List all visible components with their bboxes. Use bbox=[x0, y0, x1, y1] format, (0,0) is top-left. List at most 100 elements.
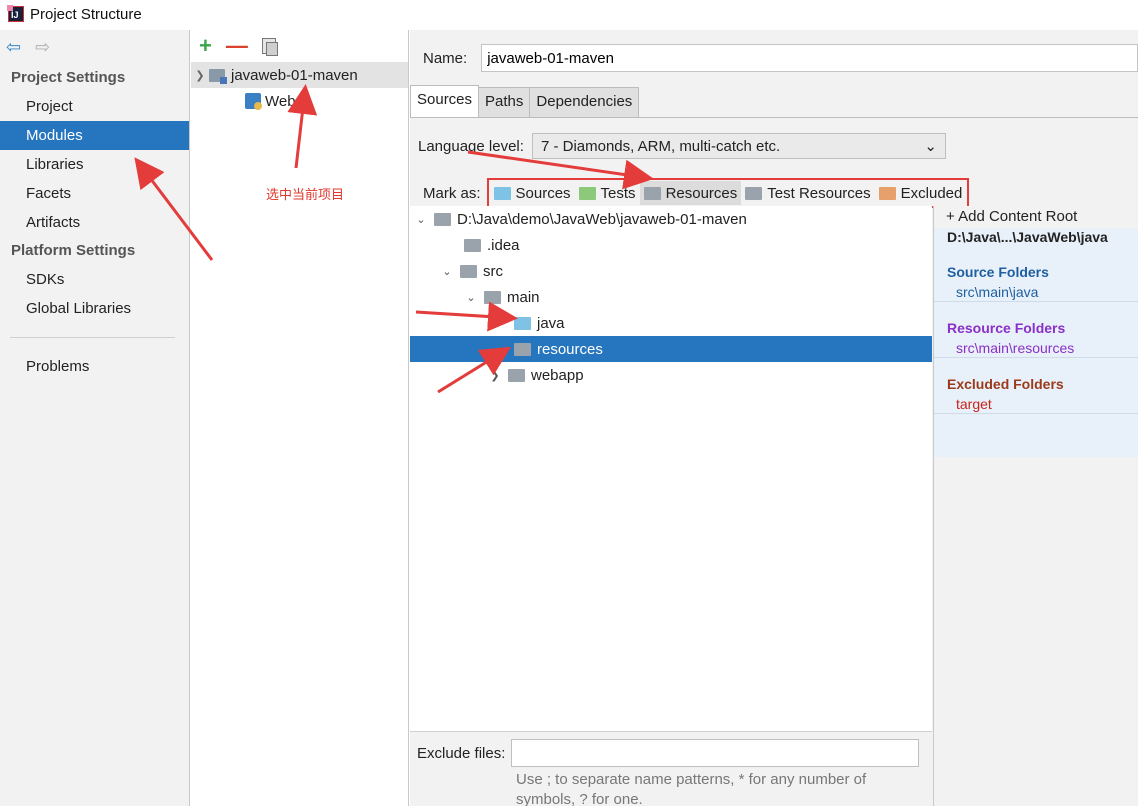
mark-test-resources-button[interactable]: Test Resources bbox=[741, 181, 874, 205]
folder-icon bbox=[484, 290, 501, 304]
nav-item-global-libraries[interactable]: Global Libraries bbox=[0, 294, 189, 323]
tests-folder-icon bbox=[578, 186, 596, 200]
language-level-label: Language level: bbox=[418, 137, 524, 155]
exclude-files-section: Exclude files: Use ; to separate name pa… bbox=[410, 731, 932, 806]
nav-item-problems[interactable]: Problems bbox=[0, 352, 189, 381]
nav-item-sdks[interactable]: SDKs bbox=[0, 265, 189, 294]
resource-folder-entry[interactable]: src\main\resources bbox=[934, 338, 1138, 358]
chevron-down-icon[interactable]: ❯ bbox=[191, 69, 209, 82]
mark-tests-button[interactable]: Tests bbox=[575, 181, 640, 205]
exclude-files-row: Exclude files: bbox=[417, 739, 920, 767]
copy-icon[interactable] bbox=[261, 38, 278, 56]
module-settings-panel: Name: Sources Paths Dependencies Languag… bbox=[410, 30, 1138, 806]
resource-folders-heading: Resource Folders bbox=[947, 320, 1066, 336]
excluded-folder-icon bbox=[878, 186, 896, 200]
tree-label-main: main bbox=[507, 288, 540, 306]
tree-row-main[interactable]: ⌄ main bbox=[410, 284, 932, 310]
remove-icon[interactable]: — bbox=[226, 35, 248, 57]
exclude-files-label: Exclude files: bbox=[417, 744, 506, 762]
exclude-files-input[interactable] bbox=[511, 739, 920, 767]
nav-history: ⇦ ⇨ bbox=[0, 30, 189, 64]
hint-line-2: symbols, ? for one. bbox=[516, 791, 643, 806]
tab-bar: Sources Paths Dependencies bbox=[410, 85, 1138, 118]
intellij-logo-icon: IJ bbox=[7, 5, 24, 22]
name-row: Name: bbox=[410, 30, 1138, 86]
tree-label-java: java bbox=[537, 314, 565, 332]
module-name: javaweb-01-maven bbox=[231, 66, 358, 84]
mark-as-buttons: Sources Tests Resources Test Resources E… bbox=[486, 178, 970, 208]
tree-row-idea[interactable]: .idea bbox=[410, 232, 932, 258]
content-root-path: D:\Java\...\JavaWeb\java bbox=[947, 229, 1108, 245]
tree-row-resources[interactable]: resources bbox=[410, 336, 932, 362]
tree-row-java[interactable]: java bbox=[410, 310, 932, 336]
mark-sources-button[interactable]: Sources bbox=[490, 181, 575, 205]
chevron-down-icon[interactable]: ⌄ bbox=[440, 265, 454, 278]
module-list-panel: + — ❯ javaweb-01-maven Web bbox=[191, 30, 409, 806]
mark-test-resources-label: Test Resources bbox=[767, 184, 871, 202]
tree-label-webapp: webapp bbox=[531, 366, 584, 384]
content-root-card: D:\Java\...\JavaWeb\java Source Folders … bbox=[934, 228, 1138, 457]
window-title: Project Structure bbox=[30, 5, 142, 23]
add-icon[interactable]: + bbox=[199, 35, 212, 57]
nav-item-facets[interactable]: Facets bbox=[0, 179, 189, 208]
tab-dependencies[interactable]: Dependencies bbox=[529, 87, 640, 117]
module-toolbar: + — bbox=[191, 30, 408, 62]
annotation-text: 选中当前项目 bbox=[266, 187, 345, 202]
chevron-down-icon[interactable]: ⌄ bbox=[464, 291, 478, 304]
source-folder-entry[interactable]: src\main\java bbox=[934, 282, 1138, 302]
back-arrow-icon[interactable]: ⇦ bbox=[6, 38, 21, 56]
tree-label-src: src bbox=[483, 262, 503, 280]
nav-divider bbox=[10, 337, 175, 338]
mark-resources-button[interactable]: Resources bbox=[639, 181, 742, 205]
web-facet-icon bbox=[245, 93, 262, 110]
project-settings-heading: Project Settings bbox=[11, 69, 126, 86]
content-root-tree: ⌄ D:\Java\demo\JavaWeb\javaweb-01-maven … bbox=[410, 206, 932, 731]
folder-icon bbox=[460, 264, 477, 278]
source-folder-icon bbox=[514, 316, 531, 330]
forward-arrow-icon[interactable]: ⇨ bbox=[35, 38, 50, 56]
mark-as-label: Mark as: bbox=[423, 184, 481, 202]
module-row-web[interactable]: Web bbox=[191, 88, 408, 114]
source-folders-heading: Source Folders bbox=[947, 264, 1049, 280]
module-name-input[interactable] bbox=[481, 44, 1138, 72]
language-level-select[interactable]: 7 - Diamonds, ARM, multi-catch etc. ⌄ bbox=[531, 133, 946, 159]
resources-folder-icon bbox=[514, 342, 531, 356]
mark-as-row: Mark as: Sources Tests Resources Test Re… bbox=[423, 178, 970, 208]
settings-nav: ⇦ ⇨ Project Settings Project Modules Lib… bbox=[0, 30, 190, 806]
tree-row-src[interactable]: ⌄ src bbox=[410, 258, 932, 284]
nav-item-libraries[interactable]: Libraries bbox=[0, 150, 189, 179]
module-row-root[interactable]: ❯ javaweb-01-maven bbox=[191, 62, 408, 88]
tree-label-resources: resources bbox=[537, 340, 603, 358]
facet-name: Web bbox=[265, 92, 296, 110]
tree-row-root[interactable]: ⌄ D:\Java\demo\JavaWeb\javaweb-01-maven bbox=[410, 206, 932, 232]
tree-label-idea: .idea bbox=[487, 236, 520, 254]
resources-folder-icon bbox=[643, 186, 661, 200]
chevron-down-icon[interactable]: ⌄ bbox=[414, 213, 428, 226]
tree-label-root: D:\Java\demo\JavaWeb\javaweb-01-maven bbox=[457, 210, 747, 228]
nav-item-artifacts[interactable]: Artifacts bbox=[0, 208, 189, 237]
language-level-value: 7 - Diamonds, ARM, multi-catch etc. bbox=[540, 137, 781, 155]
tab-sources[interactable]: Sources bbox=[410, 85, 480, 117]
mark-excluded-label: Excluded bbox=[900, 184, 963, 202]
content-roots-panel: + Add Content Root D:\Java\...\JavaWeb\j… bbox=[933, 206, 1138, 806]
chevron-right-icon[interactable]: ❯ bbox=[488, 369, 502, 382]
mark-resources-label: Resources bbox=[665, 184, 738, 202]
folder-icon bbox=[434, 212, 451, 226]
mark-excluded-button[interactable]: Excluded bbox=[875, 181, 967, 205]
folder-icon bbox=[464, 238, 481, 252]
nav-item-modules[interactable]: Modules bbox=[0, 121, 189, 150]
language-level-row: Language level: 7 - Diamonds, ARM, multi… bbox=[418, 133, 946, 159]
hint-line-1: Use ; to separate name patterns, * for a… bbox=[516, 771, 867, 788]
test-resources-folder-icon bbox=[745, 186, 763, 200]
add-content-root-button[interactable]: + Add Content Root bbox=[934, 206, 1138, 228]
sources-folder-icon bbox=[493, 186, 511, 200]
nav-item-project[interactable]: Project bbox=[0, 92, 189, 121]
tab-paths[interactable]: Paths bbox=[478, 87, 531, 117]
mark-tests-label: Tests bbox=[600, 184, 636, 202]
name-label: Name: bbox=[423, 49, 468, 67]
chevron-down-icon: ⌄ bbox=[924, 138, 937, 155]
excluded-folder-entry[interactable]: target bbox=[934, 394, 1138, 414]
exclude-files-hint: Use ; to separate name patterns, * for a… bbox=[516, 770, 916, 806]
title-bar: IJ Project Structure bbox=[0, 0, 1138, 28]
tree-row-webapp[interactable]: ❯ webapp bbox=[410, 362, 932, 388]
